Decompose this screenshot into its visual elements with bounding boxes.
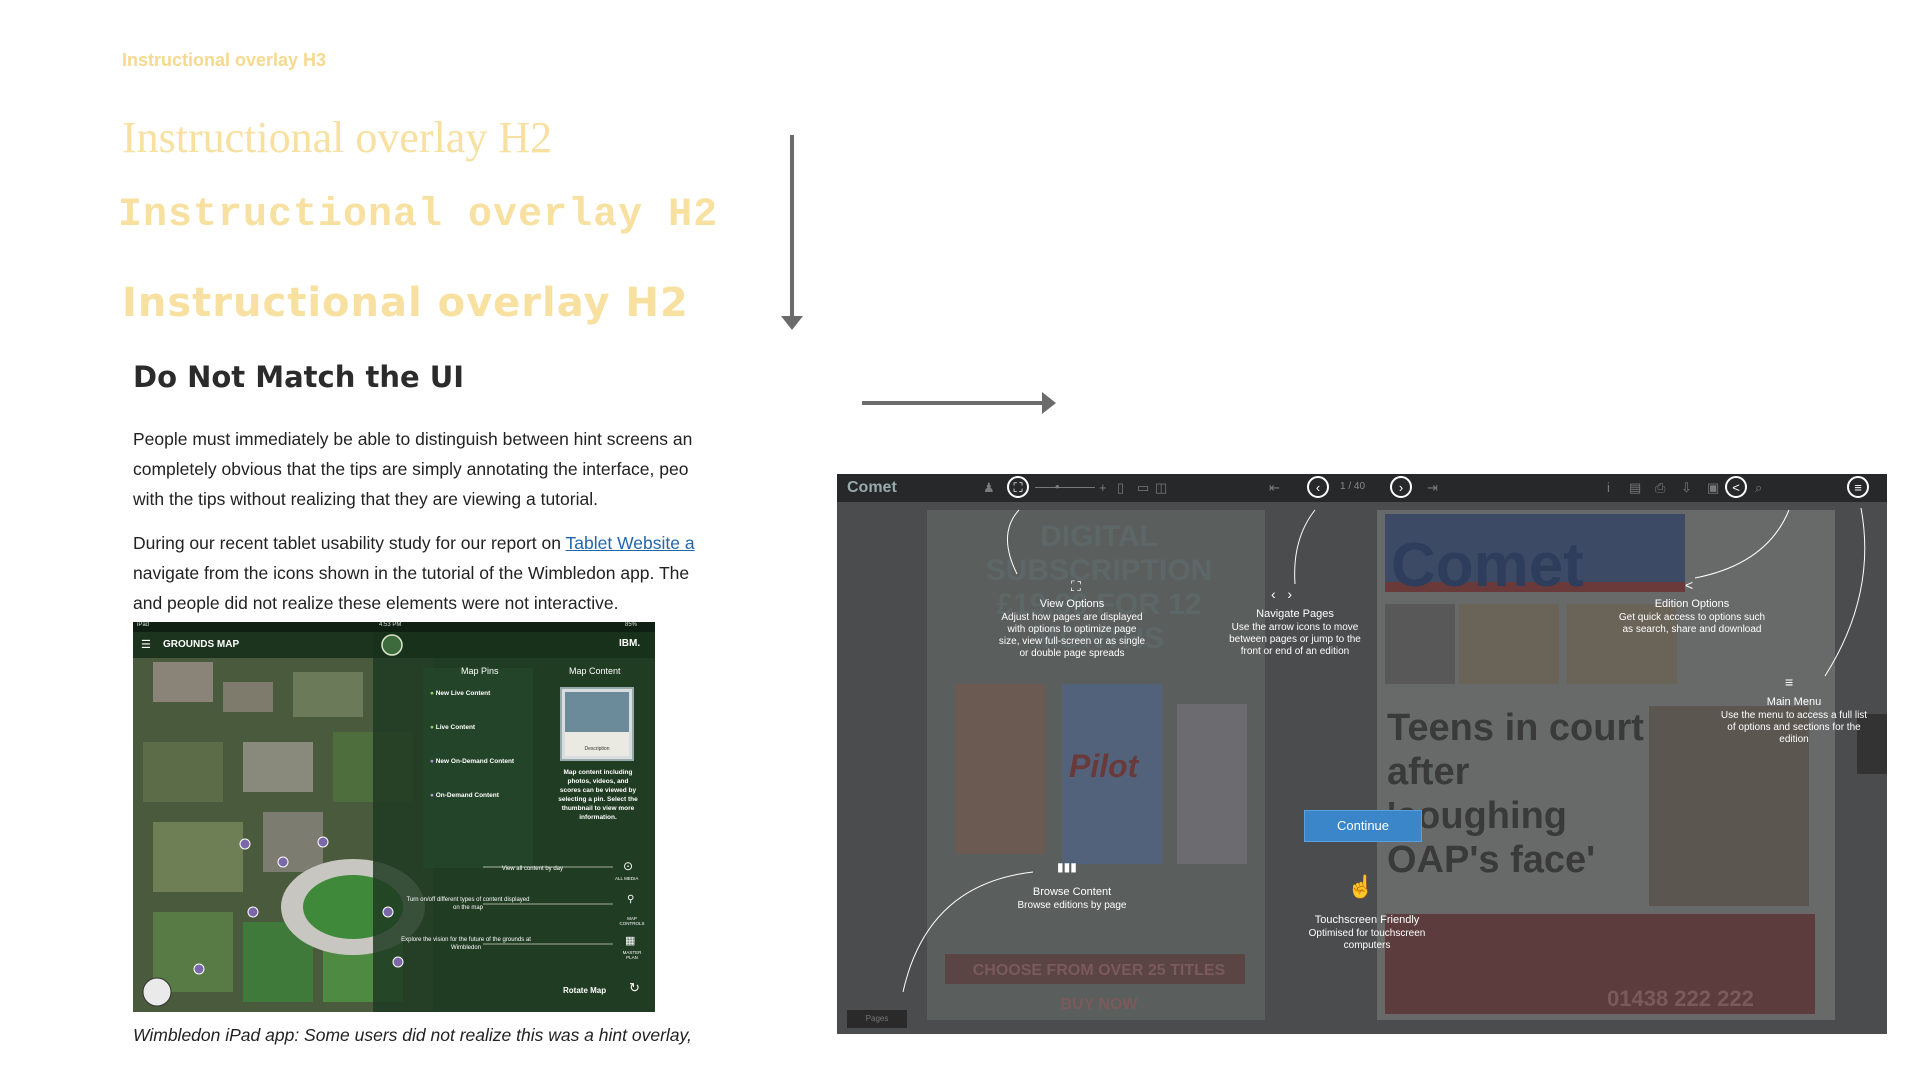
p1-line-3: with the tips without realizing that the… bbox=[133, 489, 598, 509]
touch-hand-icon: ☝ bbox=[1347, 874, 1375, 899]
callout-edition-options: Edition Options Get quick access to opti… bbox=[1617, 598, 1767, 636]
browse-desc: Browse editions by page bbox=[1017, 900, 1127, 911]
p1-line-2: completely obvious that the tips are sim… bbox=[133, 459, 689, 479]
thumbnail-label: Description bbox=[584, 746, 610, 752]
callout-view-options: View Options Adjust how pages are displa… bbox=[997, 598, 1147, 660]
continue-button[interactable]: Continue bbox=[1304, 810, 1422, 842]
sample-h2-mono: Instructional overlay H2 bbox=[118, 193, 719, 238]
pin-item-2[interactable]: ● Live Content bbox=[430, 722, 535, 756]
rotate-icon[interactable]: ↻ bbox=[629, 980, 640, 996]
article: Do Not Match the UI People must immediat… bbox=[133, 360, 713, 632]
edition-title: Edition Options bbox=[1654, 598, 1730, 610]
article-paragraph-1: People must immediately be able to disti… bbox=[133, 424, 713, 514]
comet-overlay-screenshot: DIGITAL SUBSCRIPTION £19.99 FOR 12 MONTH… bbox=[837, 474, 1887, 1034]
figure-caption: Wimbledon iPad app: Some users did not r… bbox=[133, 1025, 692, 1045]
touch-title: Touchscreen Friendly bbox=[1314, 914, 1420, 926]
pin-label-2: Live Content bbox=[435, 724, 476, 731]
sample-h2-serif: Instructional overlay H2 bbox=[122, 113, 553, 162]
menu-lines-icon: ≡ bbox=[1785, 674, 1794, 690]
right-arrow-icon bbox=[1042, 392, 1056, 414]
wimbledon-app-screenshot: iPad 4:53 PM 85% ☰ GROUNDS MAP IBM. Map … bbox=[133, 622, 655, 1012]
right-arrow-line bbox=[862, 401, 1048, 405]
master-plan-icon[interactable]: ▦ bbox=[625, 934, 635, 947]
master-plan-label: MASTER PLAN bbox=[622, 950, 642, 960]
pin-list: ● New Live Content ● Live Content ● New … bbox=[430, 688, 535, 824]
down-arrow-line bbox=[790, 135, 794, 320]
browse-title: Browse Content bbox=[1032, 886, 1112, 898]
edition-share-icon: < bbox=[1685, 577, 1694, 593]
status-time: 4:53 PM bbox=[379, 622, 402, 628]
view-options-desc: Adjust how pages are displayed with opti… bbox=[998, 612, 1146, 659]
p2-line-1-text: During our recent tablet usability study… bbox=[133, 533, 566, 553]
pin-item-3[interactable]: ● New On-Demand Content bbox=[430, 756, 535, 790]
content-description: Map content including photos, videos, an… bbox=[558, 769, 638, 821]
browse-pages-icon: ▮▮▮ bbox=[1057, 860, 1077, 874]
view-options-icon: ⛶ bbox=[1071, 578, 1081, 594]
navigate-arrows-icon: ‹ › bbox=[1271, 586, 1292, 602]
rotate-map-label: Rotate Map bbox=[563, 986, 607, 995]
down-arrow-icon bbox=[781, 316, 803, 330]
navigate-desc: Use the arrow icons to move between page… bbox=[1229, 622, 1361, 657]
pin-label-4: On-Demand Content bbox=[435, 792, 499, 799]
hint-future: Explore the vision for the future of the… bbox=[401, 937, 531, 951]
touch-desc: Optimised for touchscreen computers bbox=[1308, 928, 1426, 951]
hint-day: View all content by day bbox=[501, 866, 563, 872]
article-paragraph-2: During our recent tablet usability study… bbox=[133, 528, 713, 618]
menu-desc: Use the menu to access a full list of op… bbox=[1720, 710, 1868, 745]
tablet-website-link[interactable]: Tablet Website a bbox=[566, 533, 695, 553]
all-media-label: ALL MEDIA bbox=[615, 876, 639, 881]
status-left: iPad bbox=[137, 622, 150, 628]
callout-navigate: Navigate Pages Use the arrow icons to mo… bbox=[1225, 608, 1365, 658]
pin-item-4[interactable]: ● On-Demand Content bbox=[430, 790, 535, 824]
menu-title: Main Menu bbox=[1766, 696, 1822, 708]
wimbledon-title: GROUNDS MAP bbox=[163, 639, 240, 650]
callout-main-menu: Main Menu Use the menu to access a full … bbox=[1719, 696, 1869, 746]
play-icon[interactable]: ⊙ bbox=[623, 859, 633, 873]
pin-label-1: New Live Content bbox=[435, 690, 491, 697]
tab-map-pins[interactable]: Map Pins bbox=[461, 666, 499, 676]
callout-browse: Browse Content Browse editions by page bbox=[997, 886, 1147, 912]
ibm-logo: IBM. bbox=[619, 638, 641, 649]
callout-touchscreen: Touchscreen Friendly Optimised for touch… bbox=[1307, 914, 1427, 952]
sample-h3: Instructional overlay H3 bbox=[122, 50, 327, 70]
pin-item-1[interactable]: ● New Live Content bbox=[430, 688, 535, 722]
tab-map-content[interactable]: Map Content bbox=[569, 666, 621, 676]
pin-label-3: New On-Demand Content bbox=[435, 758, 515, 765]
edition-desc: Get quick access to options such as sear… bbox=[1618, 612, 1766, 635]
sample-h2-rounded: Instructional overlay H2 bbox=[122, 280, 689, 326]
map-controls-label: MAP CONTROLS bbox=[619, 916, 645, 926]
hint-toggle: Turn on/off different types of content d… bbox=[406, 897, 530, 911]
p2-line-3: and people did not realize these element… bbox=[133, 593, 619, 613]
map-controls-icon[interactable]: ⚲ bbox=[627, 894, 634, 905]
view-options-title: View Options bbox=[1039, 598, 1105, 610]
article-heading: Do Not Match the UI bbox=[133, 360, 465, 394]
p2-line-2: navigate from the icons shown in the tut… bbox=[133, 563, 690, 583]
navigate-title: Navigate Pages bbox=[1256, 608, 1334, 620]
p1-line-1: People must immediately be able to disti… bbox=[133, 429, 693, 449]
status-battery: 85% bbox=[625, 622, 638, 628]
hamburger-icon[interactable]: ☰ bbox=[141, 638, 151, 651]
